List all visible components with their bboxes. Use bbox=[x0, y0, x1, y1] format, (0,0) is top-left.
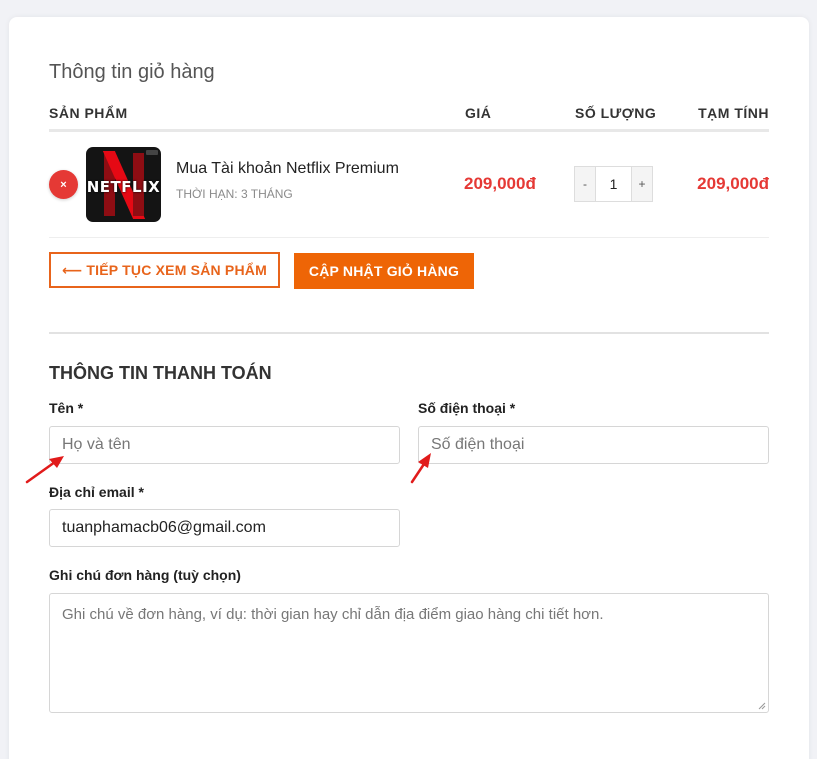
billing-title: THÔNG TIN THANH TOÁN bbox=[49, 363, 272, 383]
email-value: tuanphamacb06@gmail.com bbox=[62, 519, 266, 536]
close-icon: × bbox=[60, 178, 67, 191]
name-field[interactable]: Họ và tên bbox=[49, 426, 400, 464]
row-divider bbox=[49, 237, 769, 238]
remove-item-button[interactable]: × bbox=[49, 170, 78, 199]
ribbon-icon bbox=[146, 150, 158, 155]
product-thumbnail[interactable]: NETFLIX bbox=[86, 147, 161, 222]
order-notes-placeholder: Ghi chú về đơn hàng, ví dụ: thời gian ha… bbox=[62, 606, 604, 623]
red-arrow-icon bbox=[25, 456, 64, 484]
section-divider bbox=[49, 332, 769, 334]
name-label: Tên * bbox=[49, 400, 84, 416]
update-cart-button[interactable]: CẬP NHẬT GIỎ HÀNG bbox=[294, 253, 474, 289]
column-header-product: SẢN PHẨM bbox=[49, 105, 128, 121]
column-header-price: GIÁ bbox=[465, 105, 492, 121]
item-price: 209,000đ bbox=[464, 174, 536, 193]
red-arrow-icon bbox=[410, 453, 431, 484]
order-notes-label: Ghi chú đơn hàng (tuỳ chọn) bbox=[49, 567, 241, 583]
item-subtotal: 209,000đ bbox=[697, 174, 769, 193]
name-placeholder: Họ và tên bbox=[62, 436, 131, 453]
phone-label: Số điện thoại * bbox=[418, 400, 516, 416]
header-divider bbox=[49, 129, 769, 132]
quantity-decrease-button[interactable]: - bbox=[575, 167, 595, 201]
order-notes-field[interactable]: Ghi chú về đơn hàng, ví dụ: thời gian ha… bbox=[49, 593, 769, 713]
cart-card: Thông tin giỏ hàng SẢN PHẨM GIÁ SỐ LƯỢNG… bbox=[9, 17, 809, 759]
resize-handle-icon[interactable] bbox=[758, 702, 766, 710]
product-duration: THỜI HẠN: 3 THÁNG bbox=[176, 187, 293, 201]
email-field[interactable]: tuanphamacb06@gmail.com bbox=[49, 509, 400, 547]
product-name-link[interactable]: Mua Tài khoản Netflix Premium bbox=[176, 160, 399, 178]
netflix-logo-text: NETFLIX bbox=[86, 178, 161, 196]
continue-shopping-button[interactable]: ⟵ TIẾP TỤC XEM SẢN PHẨM bbox=[49, 252, 280, 288]
cart-title: Thông tin giỏ hàng bbox=[49, 61, 215, 83]
phone-field[interactable]: Số điện thoại bbox=[418, 426, 769, 464]
column-header-subtotal: TẠM TÍNH bbox=[698, 105, 769, 121]
